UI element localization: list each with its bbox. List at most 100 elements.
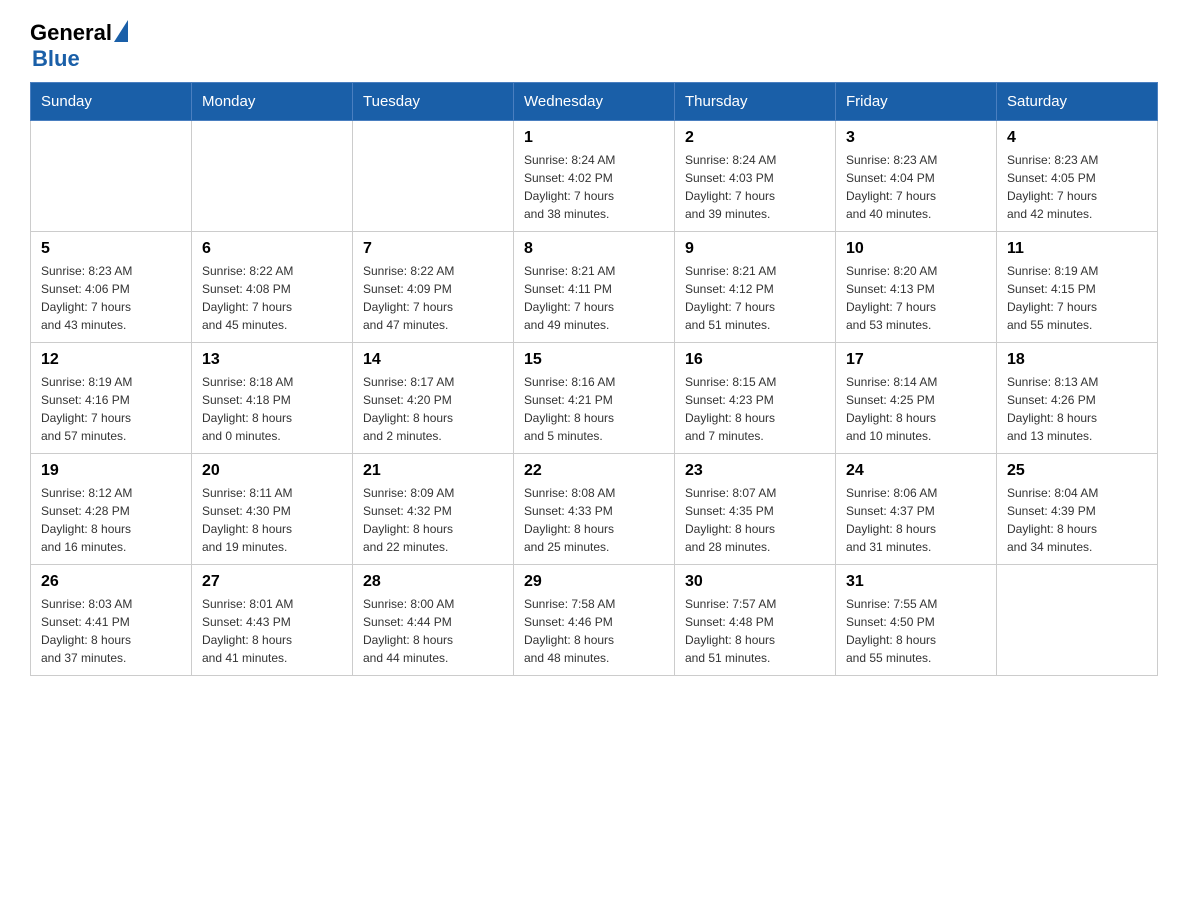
calendar-day-cell: 21 Sunrise: 8:09 AM Sunset: 4:32 PM Dayli…	[353, 454, 514, 565]
day-number: 9	[685, 240, 825, 258]
day-info: Sunrise: 8:12 AM Sunset: 4:28 PM Dayligh…	[41, 484, 181, 556]
day-info: Sunrise: 8:13 AM Sunset: 4:26 PM Dayligh…	[1007, 373, 1147, 445]
day-number: 24	[846, 462, 986, 480]
day-number: 1	[524, 129, 664, 147]
day-number: 13	[202, 351, 342, 369]
calendar-day-cell: 14Sunrise: 8:17 AM Sunset: 4:20 PM Dayli…	[353, 343, 514, 454]
calendar-day-cell: 23 Sunrise: 8:07 AM Sunset: 4:35 PM Dayli…	[675, 454, 836, 565]
day-info: Sunrise: 8:23 AM Sunset: 4:05 PM Dayligh…	[1007, 151, 1147, 223]
day-info: Sunrise: 8:09 AM Sunset: 4:32 PM Dayligh…	[363, 484, 503, 556]
day-info: Sunrise: 8:22 AM Sunset: 4:09 PM Dayligh…	[363, 262, 503, 334]
day-number: 19	[41, 462, 181, 480]
day-info: Sunrise: 8:23 AM Sunset: 4:06 PM Dayligh…	[41, 262, 181, 334]
calendar-header: SundayMondayTuesdayWednesdayThursdayFrid…	[31, 83, 1158, 121]
week-row: 12 Sunrise: 8:19 AM Sunset: 4:16 PM Dayli…	[31, 343, 1158, 454]
day-info: Sunrise: 8:23 AM Sunset: 4:04 PM Dayligh…	[846, 151, 986, 223]
calendar-day-cell: 10 Sunrise: 8:20 AM Sunset: 4:13 PM Dayli…	[836, 232, 997, 343]
day-of-week-header: Friday	[836, 83, 997, 121]
calendar-day-cell: 13Sunrise: 8:18 AM Sunset: 4:18 PM Dayli…	[192, 343, 353, 454]
calendar-day-cell: 2Sunrise: 8:24 AM Sunset: 4:03 PM Daylig…	[675, 121, 836, 232]
days-of-week-row: SundayMondayTuesdayWednesdayThursdayFrid…	[31, 83, 1158, 121]
calendar-day-cell: 4Sunrise: 8:23 AM Sunset: 4:05 PM Daylig…	[997, 121, 1158, 232]
day-number: 23	[685, 462, 825, 480]
page-header: General Blue	[30, 20, 1158, 72]
day-number: 31	[846, 573, 986, 591]
day-number: 20	[202, 462, 342, 480]
calendar-day-cell: 31Sunrise: 7:55 AM Sunset: 4:50 PM Dayli…	[836, 565, 997, 676]
day-of-week-header: Saturday	[997, 83, 1158, 121]
calendar-day-cell: 26Sunrise: 8:03 AM Sunset: 4:41 PM Dayli…	[31, 565, 192, 676]
day-number: 12	[41, 351, 181, 369]
day-number: 25	[1007, 462, 1147, 480]
week-row: 26Sunrise: 8:03 AM Sunset: 4:41 PM Dayli…	[31, 565, 1158, 676]
empty-cell	[353, 121, 514, 232]
calendar-day-cell: 20 Sunrise: 8:11 AM Sunset: 4:30 PM Dayli…	[192, 454, 353, 565]
calendar-day-cell: 6 Sunrise: 8:22 AM Sunset: 4:08 PM Daylig…	[192, 232, 353, 343]
calendar-day-cell: 29 Sunrise: 7:58 AM Sunset: 4:46 PM Dayli…	[514, 565, 675, 676]
day-info: Sunrise: 8:22 AM Sunset: 4:08 PM Dayligh…	[202, 262, 342, 334]
calendar-day-cell: 11 Sunrise: 8:19 AM Sunset: 4:15 PM Dayli…	[997, 232, 1158, 343]
calendar-table: SundayMondayTuesdayWednesdayThursdayFrid…	[30, 82, 1158, 676]
day-of-week-header: Thursday	[675, 83, 836, 121]
calendar-day-cell: 15 Sunrise: 8:16 AM Sunset: 4:21 PM Dayli…	[514, 343, 675, 454]
day-number: 11	[1007, 240, 1147, 258]
day-number: 5	[41, 240, 181, 258]
day-of-week-header: Monday	[192, 83, 353, 121]
empty-cell	[31, 121, 192, 232]
day-number: 16	[685, 351, 825, 369]
day-info: Sunrise: 8:24 AM Sunset: 4:03 PM Dayligh…	[685, 151, 825, 223]
calendar-day-cell: 27Sunrise: 8:01 AM Sunset: 4:43 PM Dayli…	[192, 565, 353, 676]
day-info: Sunrise: 8:01 AM Sunset: 4:43 PM Dayligh…	[202, 595, 342, 667]
calendar-day-cell: 3 Sunrise: 8:23 AM Sunset: 4:04 PM Daylig…	[836, 121, 997, 232]
day-number: 29	[524, 573, 664, 591]
day-number: 3	[846, 129, 986, 147]
calendar-day-cell: 17 Sunrise: 8:14 AM Sunset: 4:25 PM Dayli…	[836, 343, 997, 454]
day-number: 15	[524, 351, 664, 369]
day-info: Sunrise: 8:15 AM Sunset: 4:23 PM Dayligh…	[685, 373, 825, 445]
day-info: Sunrise: 8:19 AM Sunset: 4:16 PM Dayligh…	[41, 373, 181, 445]
day-number: 30	[685, 573, 825, 591]
day-number: 26	[41, 573, 181, 591]
calendar-day-cell: 30 Sunrise: 7:57 AM Sunset: 4:48 PM Dayli…	[675, 565, 836, 676]
day-info: Sunrise: 8:21 AM Sunset: 4:12 PM Dayligh…	[685, 262, 825, 334]
day-info: Sunrise: 8:11 AM Sunset: 4:30 PM Dayligh…	[202, 484, 342, 556]
day-of-week-header: Sunday	[31, 83, 192, 121]
day-number: 21	[363, 462, 503, 480]
calendar-day-cell: 8 Sunrise: 8:21 AM Sunset: 4:11 PM Daylig…	[514, 232, 675, 343]
week-row: 5 Sunrise: 8:23 AM Sunset: 4:06 PM Daylig…	[31, 232, 1158, 343]
calendar-day-cell: 5 Sunrise: 8:23 AM Sunset: 4:06 PM Daylig…	[31, 232, 192, 343]
week-row: 19 Sunrise: 8:12 AM Sunset: 4:28 PM Dayli…	[31, 454, 1158, 565]
day-info: Sunrise: 8:21 AM Sunset: 4:11 PM Dayligh…	[524, 262, 664, 334]
calendar-day-cell: 7Sunrise: 8:22 AM Sunset: 4:09 PM Daylig…	[353, 232, 514, 343]
day-number: 18	[1007, 351, 1147, 369]
calendar-day-cell: 9 Sunrise: 8:21 AM Sunset: 4:12 PM Daylig…	[675, 232, 836, 343]
day-info: Sunrise: 8:16 AM Sunset: 4:21 PM Dayligh…	[524, 373, 664, 445]
day-number: 8	[524, 240, 664, 258]
day-number: 10	[846, 240, 986, 258]
day-info: Sunrise: 8:19 AM Sunset: 4:15 PM Dayligh…	[1007, 262, 1147, 334]
day-info: Sunrise: 8:07 AM Sunset: 4:35 PM Dayligh…	[685, 484, 825, 556]
day-info: Sunrise: 7:58 AM Sunset: 4:46 PM Dayligh…	[524, 595, 664, 667]
calendar-day-cell: 24 Sunrise: 8:06 AM Sunset: 4:37 PM Dayli…	[836, 454, 997, 565]
day-number: 6	[202, 240, 342, 258]
logo-general-text: General	[30, 20, 112, 46]
day-info: Sunrise: 8:00 AM Sunset: 4:44 PM Dayligh…	[363, 595, 503, 667]
day-number: 22	[524, 462, 664, 480]
day-info: Sunrise: 8:06 AM Sunset: 4:37 PM Dayligh…	[846, 484, 986, 556]
calendar-day-cell: 25 Sunrise: 8:04 AM Sunset: 4:39 PM Dayli…	[997, 454, 1158, 565]
calendar-body: 1 Sunrise: 8:24 AM Sunset: 4:02 PM Daylig…	[31, 121, 1158, 676]
day-info: Sunrise: 8:20 AM Sunset: 4:13 PM Dayligh…	[846, 262, 986, 334]
day-info: Sunrise: 8:04 AM Sunset: 4:39 PM Dayligh…	[1007, 484, 1147, 556]
logo: General Blue	[30, 20, 128, 72]
week-row: 1 Sunrise: 8:24 AM Sunset: 4:02 PM Daylig…	[31, 121, 1158, 232]
day-number: 28	[363, 573, 503, 591]
day-info: Sunrise: 7:57 AM Sunset: 4:48 PM Dayligh…	[685, 595, 825, 667]
logo-triangle-icon	[114, 20, 128, 42]
empty-cell	[192, 121, 353, 232]
calendar-day-cell: 16 Sunrise: 8:15 AM Sunset: 4:23 PM Dayli…	[675, 343, 836, 454]
day-info: Sunrise: 8:14 AM Sunset: 4:25 PM Dayligh…	[846, 373, 986, 445]
day-number: 17	[846, 351, 986, 369]
logo-blue-text: Blue	[30, 46, 80, 71]
day-info: Sunrise: 8:24 AM Sunset: 4:02 PM Dayligh…	[524, 151, 664, 223]
day-info: Sunrise: 8:08 AM Sunset: 4:33 PM Dayligh…	[524, 484, 664, 556]
